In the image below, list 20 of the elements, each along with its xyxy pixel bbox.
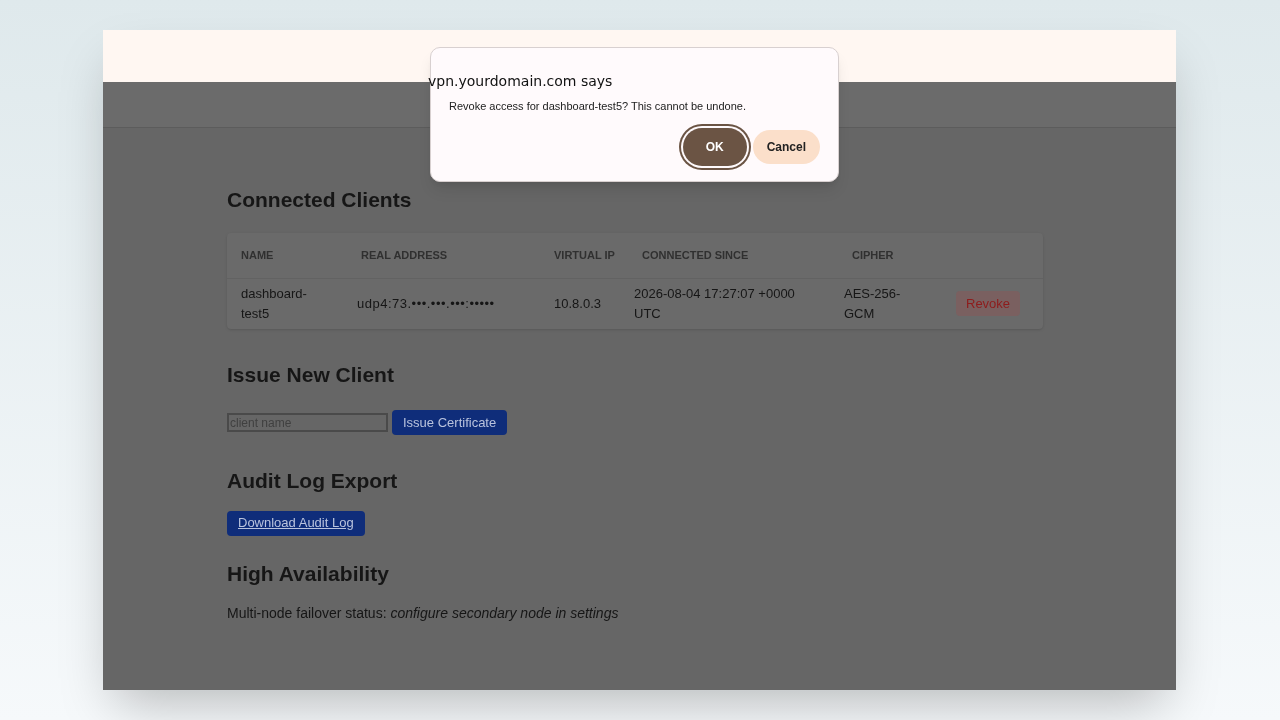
issue-certificate-button[interactable]: Issue Certificate [392,410,508,435]
column-header: CONNECTED SINCE [642,248,749,261]
dialog-button[interactable]: Cancel [752,130,820,164]
dialog-title: vpn.yourdomain.com says [428,72,613,91]
download-audit-log-button[interactable]: Download Audit Log [227,510,365,536]
failover-status-text: Multi-node failover status: configure secondary node in settings [227,604,620,623]
table-cell-text: 2026-08-04 17:27:07 +0000 UTC [634,285,796,323]
column-header: VIRTUAL IP [554,248,615,261]
section-heading: Issue New Client [227,361,395,388]
column-header: CIPHER [852,248,894,261]
table-cell-text: AES-256-GCM [844,285,902,323]
column-header: REAL ADDRESS [361,248,448,261]
column-header: NAME [241,248,274,261]
table-cell: 10.8.0.3 [554,295,601,311]
section-heading: High Availability [227,560,390,587]
table-cell-text: dashboard-test5 [241,285,308,323]
section-heading: Audit Log Export [227,468,399,494]
dialog-message: Revoke access for dashboard-test5? This cannot be undone. [449,99,746,114]
section-heading: Connected Clients [227,187,413,213]
table-cell: udp4:73.•••.•••.•••:••••• [357,295,495,311]
